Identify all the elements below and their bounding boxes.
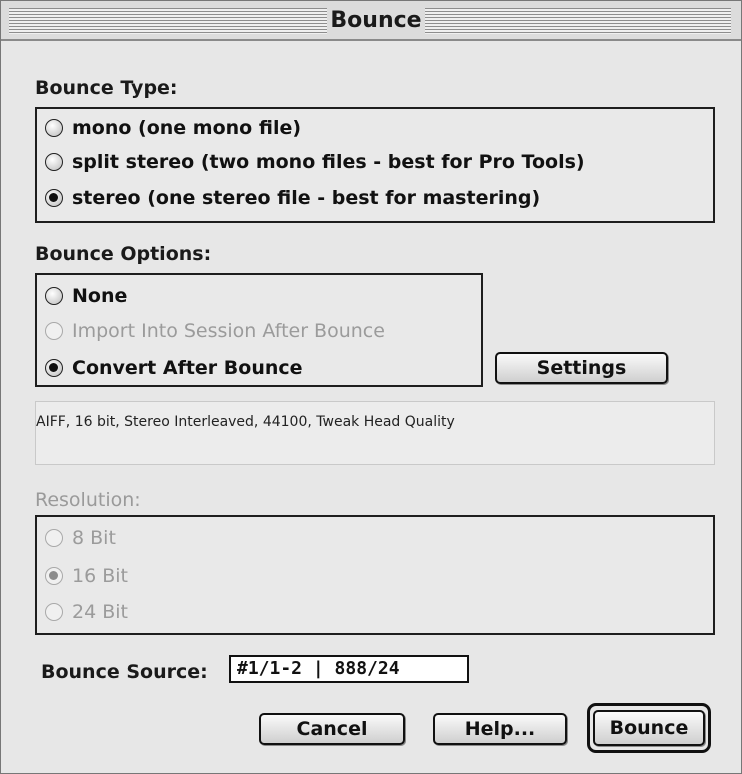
radio-unchecked-icon xyxy=(45,153,63,171)
bounce-type-stereo-radio[interactable]: stereo (one stereo file - best for maste… xyxy=(45,187,540,209)
bounce-type-mono-radio[interactable]: mono (one mono file) xyxy=(45,117,301,139)
radio-checked-icon xyxy=(45,359,63,377)
radio-label: Import Into Session After Bounce xyxy=(72,320,385,342)
radio-unchecked-icon xyxy=(45,119,63,137)
bounce-option-none-radio[interactable]: None xyxy=(45,285,127,307)
bounce-type-split-stereo-radio[interactable]: split stereo (two mono files - best for … xyxy=(45,151,585,173)
resolution-group: 8 Bit 16 Bit 24 Bit xyxy=(35,515,715,635)
bounce-options-group: None Import Into Session After Bounce Co… xyxy=(35,273,483,387)
resolution-8bit-radio: 8 Bit xyxy=(45,527,116,549)
bounce-type-label: Bounce Type: xyxy=(35,77,178,99)
radio-label: Convert After Bounce xyxy=(72,357,303,379)
resolution-label: Resolution: xyxy=(35,489,141,511)
radio-label: 8 Bit xyxy=(72,527,116,549)
help-button[interactable]: Help... xyxy=(433,713,567,745)
radio-label: 24 Bit xyxy=(72,601,128,623)
radio-label: None xyxy=(72,285,128,307)
bounce-option-import-radio: Import Into Session After Bounce xyxy=(45,320,385,342)
radio-label: split stereo (two mono files - best for … xyxy=(72,151,585,173)
title-bar-stripes xyxy=(9,8,327,34)
title-bar[interactable]: Bounce xyxy=(1,1,741,41)
radio-unchecked-icon xyxy=(45,322,63,340)
bounce-source-field[interactable]: #1/1-2 | 888/24 xyxy=(229,655,469,683)
radio-label: 16 Bit xyxy=(72,565,128,587)
radio-checked-icon xyxy=(45,567,63,585)
cancel-button[interactable]: Cancel xyxy=(259,713,405,745)
resolution-16bit-radio: 16 Bit xyxy=(45,565,128,587)
radio-label: mono (one mono file) xyxy=(72,117,302,139)
radio-unchecked-icon xyxy=(45,529,63,547)
radio-label: stereo (one stereo file - best for maste… xyxy=(72,187,541,209)
radio-unchecked-icon xyxy=(45,287,63,305)
settings-button[interactable]: Settings xyxy=(495,352,668,384)
bounce-option-convert-radio[interactable]: Convert After Bounce xyxy=(45,357,303,379)
bounce-source-label: Bounce Source: xyxy=(41,661,208,683)
bounce-dialog: Bounce Bounce Type: mono (one mono file)… xyxy=(0,0,742,774)
resolution-24bit-radio: 24 Bit xyxy=(45,601,128,623)
conversion-info-box: AIFF, 16 bit, Stereo Interleaved, 44100,… xyxy=(35,401,715,465)
title-bar-stripes xyxy=(425,8,731,34)
conversion-info-text: AIFF, 16 bit, Stereo Interleaved, 44100,… xyxy=(36,414,455,430)
bounce-options-label: Bounce Options: xyxy=(35,243,212,265)
radio-checked-icon xyxy=(45,189,63,207)
radio-unchecked-icon xyxy=(45,603,63,621)
bounce-button[interactable]: Bounce xyxy=(593,710,705,746)
window-title: Bounce xyxy=(330,8,422,33)
bounce-type-group: mono (one mono file) split stereo (two m… xyxy=(35,107,715,223)
